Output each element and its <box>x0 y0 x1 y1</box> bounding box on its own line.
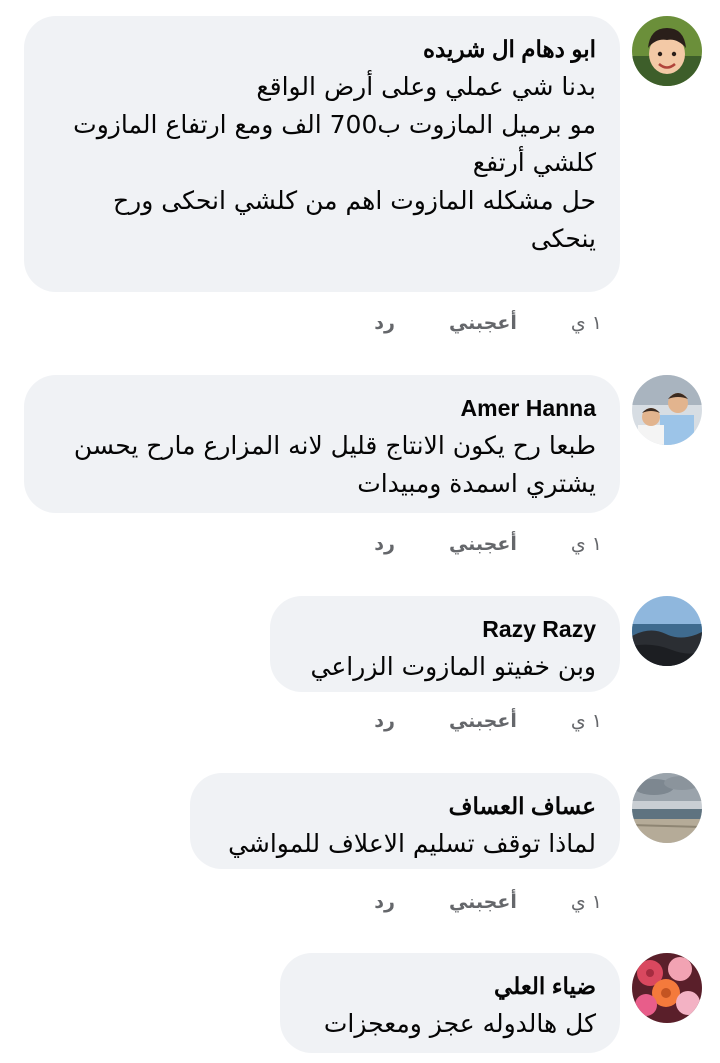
reply-button[interactable]: رد <box>374 891 395 913</box>
reply-button[interactable]: رد <box>374 312 395 334</box>
sea-landscape-avatar-icon <box>632 596 702 666</box>
comment-bubble: Amer Hanna طبعا رح يكون الانتاج قليل لان… <box>24 375 620 513</box>
comment-text: كل هالدوله عجز ومعجزات <box>323 1009 596 1038</box>
like-button[interactable]: أعجبني <box>449 891 517 913</box>
comment-author[interactable]: عساف العساف <box>214 791 596 821</box>
comment-bubble: Razy Razy وبن خفيتو المازوت الزراعي <box>270 596 620 692</box>
comment-time[interactable]: ١ ي <box>571 710 602 732</box>
comment-bubble: ابو دهام ال شريده بدنا شي عملي وعلى أرض … <box>24 16 620 292</box>
like-button[interactable]: أعجبني <box>449 710 517 732</box>
comment-actions: ١ ي أعجبني رد <box>374 533 602 555</box>
comment-author[interactable]: ضياء العلي <box>304 971 596 1001</box>
avatar[interactable] <box>632 953 702 1023</box>
comment-time[interactable]: ١ ي <box>571 533 602 555</box>
comment-text: طبعا رح يكون الانتاج قليل لانه المزارع م… <box>73 431 596 498</box>
comment-bubble: عساف العساف لماذا توقف تسليم الاعلاف للم… <box>190 773 620 869</box>
comment-time[interactable]: ١ ي <box>571 312 602 334</box>
like-button[interactable]: أعجبني <box>449 312 517 334</box>
roses-avatar-icon <box>632 953 702 1023</box>
comment-actions: ١ ي أعجبني رد <box>374 891 602 913</box>
cloudy-beach-avatar-icon <box>632 773 702 843</box>
comment-bubble: ضياء العلي كل هالدوله عجز ومعجزات <box>280 953 620 1053</box>
comment-author[interactable]: Razy Razy <box>294 614 596 644</box>
avatar[interactable] <box>632 16 702 86</box>
comment-text: لماذا توقف تسليم الاعلاف للمواشي <box>228 829 596 858</box>
child-avatar-icon <box>632 16 702 86</box>
comment-author[interactable]: ابو دهام ال شريده <box>48 34 596 64</box>
avatar[interactable] <box>632 596 702 666</box>
comment-time[interactable]: ١ ي <box>571 891 602 913</box>
reply-button[interactable]: رد <box>374 533 395 555</box>
comment-author[interactable]: Amer Hanna <box>48 393 596 423</box>
comment-text: وبن خفيتو المازوت الزراعي <box>310 652 596 681</box>
comment-actions: ١ ي أعجبني رد <box>374 710 602 732</box>
comment-actions: ١ ي أعجبني رد <box>374 312 602 334</box>
reply-button[interactable]: رد <box>374 710 395 732</box>
two-boys-avatar-icon <box>632 375 702 445</box>
comment-text: بدنا شي عملي وعلى أرض الواقع مو برميل ال… <box>73 72 596 253</box>
like-button[interactable]: أعجبني <box>449 533 517 555</box>
avatar[interactable] <box>632 773 702 843</box>
avatar[interactable] <box>632 375 702 445</box>
